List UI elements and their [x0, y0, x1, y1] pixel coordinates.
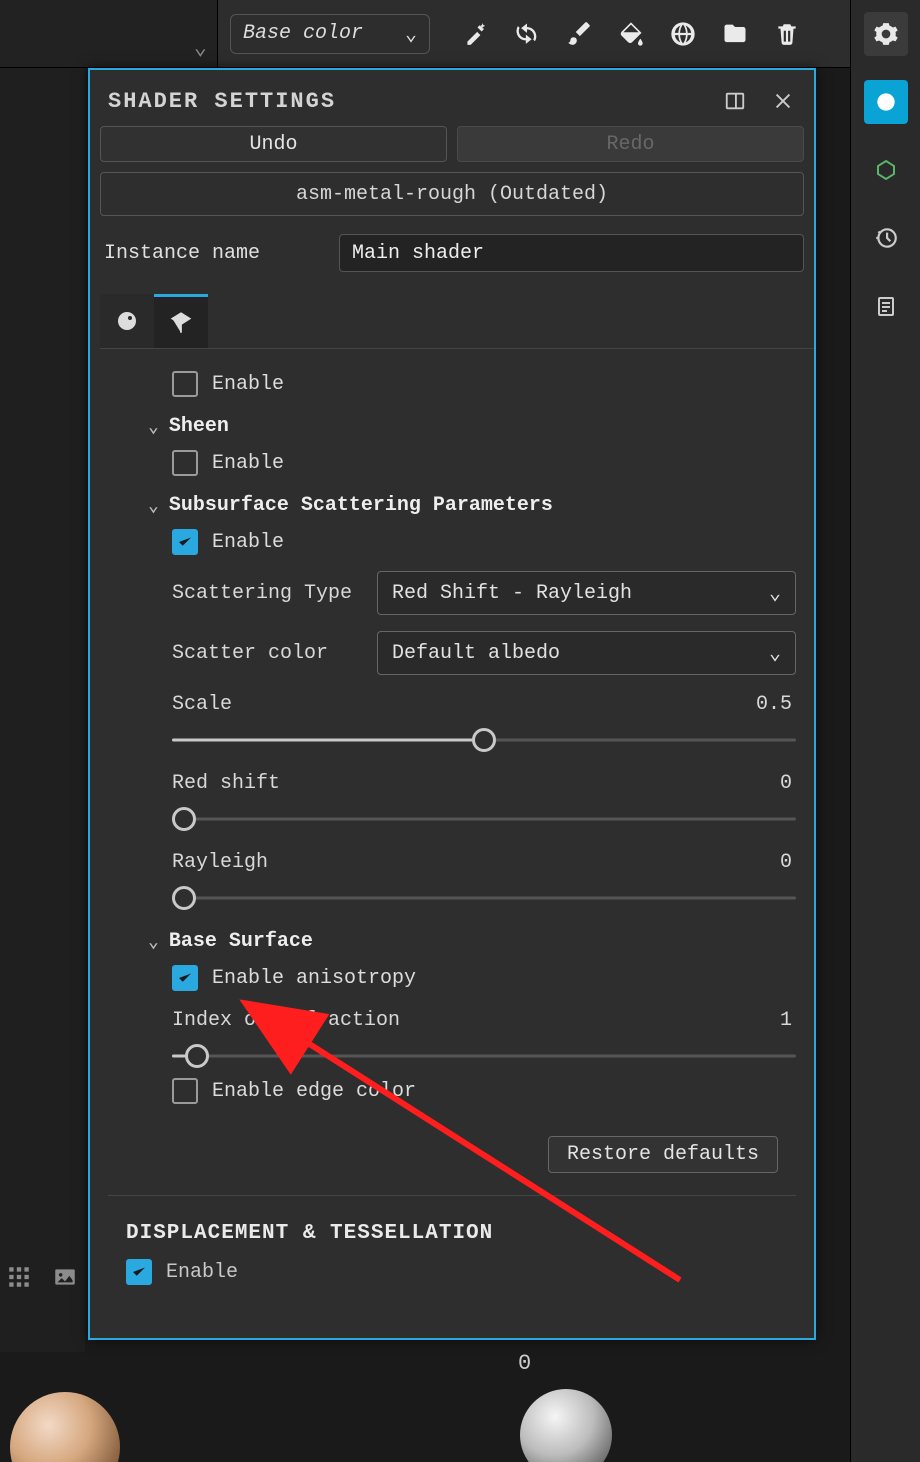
brush-icon[interactable]: [564, 19, 594, 49]
displacement-enable-checkbox[interactable]: [126, 1259, 152, 1285]
folder-icon[interactable]: [720, 19, 750, 49]
tab-shader-mesh[interactable]: [154, 294, 208, 348]
slider-label: Rayleigh: [172, 851, 268, 874]
close-icon[interactable]: [770, 88, 796, 114]
slider-value: 0: [780, 772, 792, 795]
chevron-down-icon: ⌄: [148, 931, 159, 953]
edge-color-checkbox[interactable]: [172, 1078, 198, 1104]
enable-label: Enable: [166, 1261, 238, 1284]
toolbar-icon-group: [460, 19, 802, 49]
shader-settings-dialog: SHADER SETTINGS Undo Redo asm-metal-roug…: [88, 68, 816, 1340]
instance-name-label: Instance name: [104, 242, 329, 265]
slider-label: Red shift: [172, 772, 280, 795]
globe-icon[interactable]: [668, 19, 698, 49]
scatter-color-select[interactable]: Default albedo ⌄: [377, 631, 796, 675]
shader-name-button[interactable]: asm-metal-rough (Outdated): [100, 172, 804, 216]
slider-label: Scale: [172, 693, 232, 716]
grid-icon[interactable]: [6, 1264, 34, 1292]
trash-icon[interactable]: [772, 19, 802, 49]
image-icon[interactable]: [52, 1264, 80, 1292]
section-base-surface[interactable]: ⌄ Base Surface: [148, 930, 796, 953]
section-displacement[interactable]: DISPLACEMENT & TESSELLATION: [126, 1222, 796, 1245]
magic-wand-icon[interactable]: [460, 19, 490, 49]
chevron-down-icon: ⌄: [148, 416, 159, 438]
shader-params-panel: Enable ⌄ Sheen Enable ⌄ Subsurface Scatt…: [90, 349, 814, 1338]
shader-tabs: [100, 294, 814, 349]
rotate-icon[interactable]: [512, 19, 542, 49]
redo-button[interactable]: Redo: [457, 126, 804, 162]
ior-slider[interactable]: Index of refraction 1: [172, 1009, 796, 1070]
channel-select-label: Base color: [243, 22, 363, 45]
select-value: Default albedo: [392, 642, 560, 665]
divider: [108, 1195, 796, 1196]
top-left-panel: ⌄: [0, 0, 218, 67]
scatter-type-select[interactable]: Red Shift - Rayleigh ⌄: [377, 571, 796, 615]
zero-label: 0: [518, 1352, 531, 1376]
notes-icon[interactable]: [864, 284, 908, 328]
chevron-down-icon: ⌄: [769, 640, 781, 666]
scale-slider[interactable]: Scale 0.5: [172, 693, 796, 754]
anisotropy-label: Enable anisotropy: [212, 967, 416, 990]
right-rail: [850, 0, 920, 1462]
anisotropy-checkbox[interactable]: [172, 965, 198, 991]
undo-button[interactable]: Undo: [100, 126, 447, 162]
enable-label: Enable: [212, 531, 284, 554]
scatter-color-label: Scatter color: [172, 642, 377, 665]
material-sphere[interactable]: [10, 1392, 120, 1462]
sheen-enable-checkbox[interactable]: [172, 450, 198, 476]
slider-value: 0: [780, 851, 792, 874]
tab-shader-globe[interactable]: [100, 294, 154, 348]
history-icon[interactable]: [864, 216, 908, 260]
painter-icon[interactable]: [864, 80, 908, 124]
left-strip: [0, 68, 85, 1462]
hex-icon[interactable]: [864, 148, 908, 192]
select-value: Red Shift - Rayleigh: [392, 582, 632, 605]
enable-checkbox[interactable]: [172, 371, 198, 397]
slider-value: 1: [780, 1009, 792, 1032]
section-title: Sheen: [169, 415, 229, 438]
rayleigh-slider[interactable]: Rayleigh 0: [172, 851, 796, 912]
section-sss[interactable]: ⌄ Subsurface Scattering Parameters: [148, 494, 796, 517]
dialog-title: SHADER SETTINGS: [108, 89, 336, 114]
slider-label: Index of refraction: [172, 1009, 400, 1032]
section-sheen[interactable]: ⌄ Sheen: [148, 415, 796, 438]
channel-select[interactable]: Base color ⌄: [230, 14, 430, 54]
enable-label: Enable: [212, 452, 284, 475]
bucket-icon[interactable]: [616, 19, 646, 49]
settings-gear-icon[interactable]: [864, 12, 908, 56]
section-title: Subsurface Scattering Parameters: [169, 494, 553, 517]
section-title: Base Surface: [169, 930, 313, 953]
scatter-type-label: Scattering Type: [172, 582, 377, 605]
material-thumbnails: 0: [0, 1352, 850, 1462]
chevron-down-icon[interactable]: ⌄: [194, 35, 207, 61]
sss-enable-checkbox[interactable]: [172, 529, 198, 555]
instance-name-input[interactable]: [339, 234, 804, 272]
top-toolbar: ⌄ Base color ⌄: [0, 0, 920, 68]
edge-color-label: Enable edge color: [212, 1080, 416, 1103]
restore-defaults-button[interactable]: Restore defaults: [548, 1136, 778, 1173]
enable-label: Enable: [212, 373, 284, 396]
chevron-down-icon: ⌄: [405, 21, 417, 47]
red-shift-slider[interactable]: Red shift 0: [172, 772, 796, 833]
chevron-down-icon: ⌄: [769, 580, 781, 606]
material-sphere[interactable]: [520, 1389, 612, 1462]
chevron-down-icon: ⌄: [148, 495, 159, 517]
panel-layout-icon[interactable]: [722, 88, 748, 114]
slider-value: 0.5: [756, 693, 792, 716]
